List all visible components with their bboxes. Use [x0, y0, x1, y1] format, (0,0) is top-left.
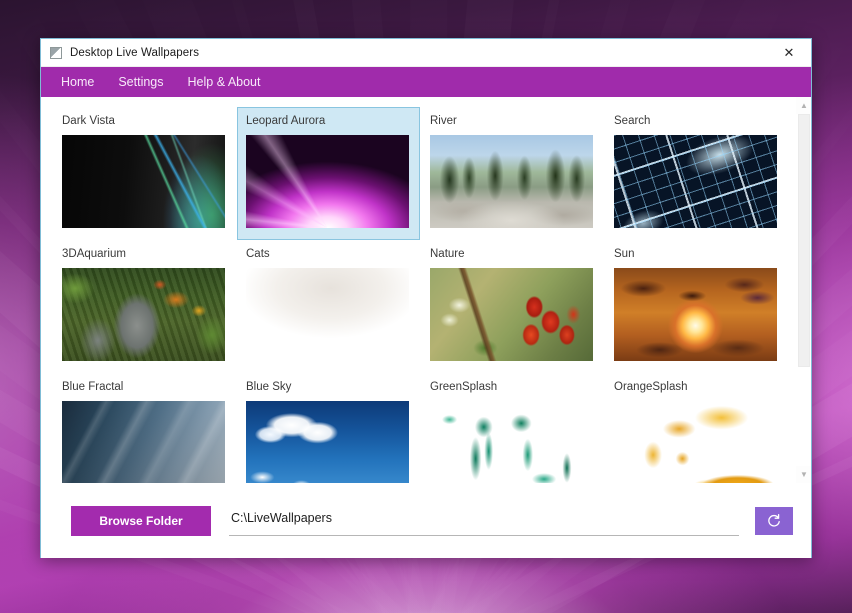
desktop-background: Desktop Live Wallpapers ✕ Home Settings … — [0, 0, 852, 613]
app-icon — [50, 47, 62, 59]
wallpaper-tile[interactable]: Nature — [421, 240, 604, 373]
wallpaper-tile[interactable]: Leopard Aurora — [237, 107, 420, 240]
wallpaper-thumbnail[interactable] — [614, 401, 777, 483]
wallpaper-preview-image — [614, 268, 777, 361]
wallpaper-thumbnail[interactable] — [62, 135, 225, 228]
wallpaper-preview-image — [246, 401, 409, 483]
wallpaper-thumbnail[interactable] — [430, 268, 593, 361]
wallpaper-preview-image — [246, 268, 409, 361]
wallpaper-preview-image — [430, 135, 593, 228]
wallpaper-thumbnail[interactable] — [430, 135, 593, 228]
wallpaper-thumbnail[interactable] — [62, 268, 225, 361]
menu-item-settings[interactable]: Settings — [106, 70, 175, 94]
wallpaper-tile-label: GreenSplash — [430, 381, 595, 393]
wallpaper-thumbnail[interactable] — [62, 401, 225, 483]
wallpaper-tile-label: Leopard Aurora — [246, 115, 411, 127]
wallpaper-preview-image — [62, 401, 225, 483]
wallpaper-tile[interactable]: 3DAquarium — [53, 240, 236, 373]
wallpaper-grid: Dark Vista Leopard Aurora River Search 3DAqu… — [41, 97, 795, 483]
menu-bar: Home Settings Help & About — [41, 67, 811, 97]
wallpaper-tile-label: Blue Sky — [246, 381, 411, 393]
wallpaper-tile-label: Dark Vista — [62, 115, 227, 127]
wallpaper-tile[interactable]: OrangeSplash — [605, 373, 788, 483]
wallpaper-tile-label: 3DAquarium — [62, 248, 227, 260]
wallpaper-preview-image — [614, 135, 777, 228]
wallpaper-tile[interactable]: Search — [605, 107, 788, 240]
vertical-scrollbar[interactable]: ▲ ▼ — [795, 97, 811, 483]
scrollbar-track[interactable] — [796, 114, 811, 466]
gallery-viewport: Dark Vista Leopard Aurora River Search 3DAqu… — [41, 97, 811, 483]
wallpaper-tile-label: Cats — [246, 248, 411, 260]
content-area: Dark Vista Leopard Aurora River Search 3DAqu… — [41, 97, 811, 558]
wallpaper-tile[interactable]: Blue Sky — [237, 373, 420, 483]
wallpaper-thumbnail[interactable] — [430, 401, 593, 483]
wallpaper-thumbnail[interactable] — [246, 135, 409, 228]
scroll-up-arrow-icon[interactable]: ▲ — [796, 97, 811, 114]
wallpaper-tile[interactable]: Blue Fractal — [53, 373, 236, 483]
wallpaper-preview-image — [430, 401, 593, 483]
wallpaper-tile-label: Nature — [430, 248, 595, 260]
menu-item-help-about[interactable]: Help & About — [176, 70, 273, 94]
refresh-button[interactable] — [755, 507, 793, 535]
title-bar: Desktop Live Wallpapers ✕ — [41, 39, 811, 67]
scroll-down-arrow-icon[interactable]: ▼ — [796, 466, 811, 483]
footer-bar: Browse Folder — [41, 483, 811, 558]
refresh-icon — [766, 513, 782, 529]
close-icon[interactable]: ✕ — [767, 39, 811, 67]
window-title: Desktop Live Wallpapers — [70, 47, 199, 59]
wallpaper-preview-image — [246, 135, 409, 228]
wallpaper-tile[interactable]: River — [421, 107, 604, 240]
scrollbar-thumb[interactable] — [798, 114, 810, 367]
wallpaper-tile-label: River — [430, 115, 595, 127]
wallpaper-tile[interactable]: Cats — [237, 240, 420, 373]
browse-folder-button[interactable]: Browse Folder — [71, 506, 211, 536]
wallpaper-preview-image — [62, 135, 225, 228]
wallpaper-tile-label: OrangeSplash — [614, 381, 779, 393]
wallpaper-tile-label: Search — [614, 115, 779, 127]
wallpaper-tile[interactable]: Sun — [605, 240, 788, 373]
wallpaper-tile[interactable]: GreenSplash — [421, 373, 604, 483]
wallpaper-preview-image — [62, 268, 225, 361]
wallpaper-tile[interactable]: Dark Vista — [53, 107, 236, 240]
menu-item-home[interactable]: Home — [49, 70, 106, 94]
wallpaper-thumbnail[interactable] — [614, 135, 777, 228]
wallpaper-tile-label: Sun — [614, 248, 779, 260]
folder-path-input[interactable] — [229, 506, 739, 536]
wallpaper-tile-label: Blue Fractal — [62, 381, 227, 393]
wallpaper-thumbnail[interactable] — [614, 268, 777, 361]
wallpaper-preview-image — [614, 401, 777, 483]
wallpaper-preview-image — [430, 268, 593, 361]
wallpaper-thumbnail[interactable] — [246, 268, 409, 361]
wallpaper-thumbnail[interactable] — [246, 401, 409, 483]
app-window: Desktop Live Wallpapers ✕ Home Settings … — [40, 38, 812, 558]
